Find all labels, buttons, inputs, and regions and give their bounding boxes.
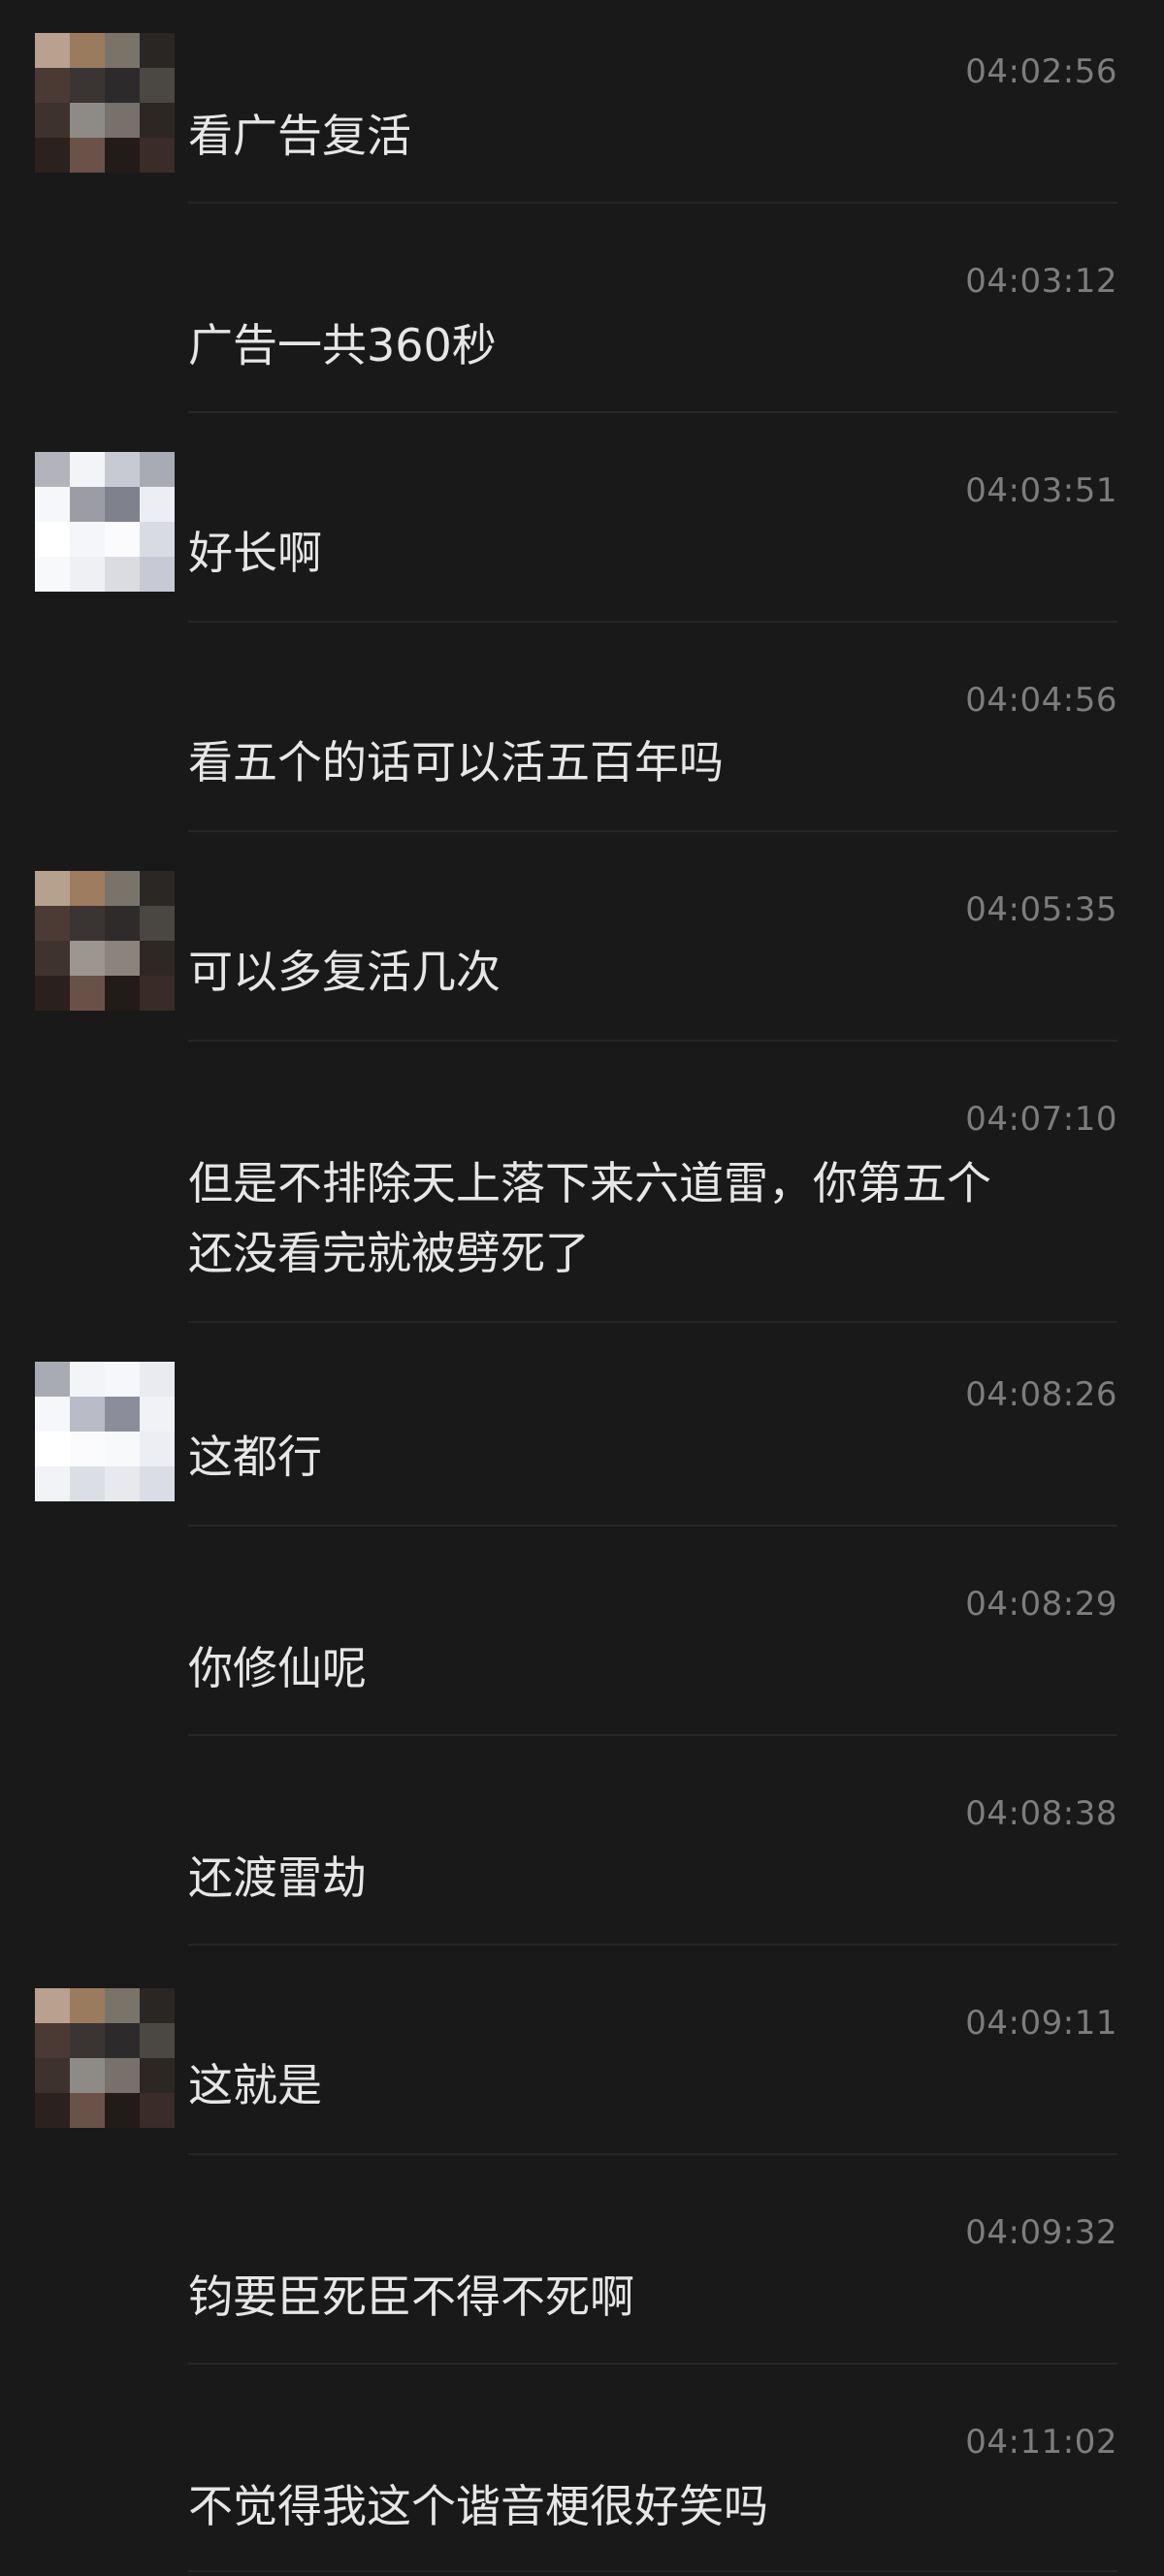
message-text: 看五个的话可以活五百年吗 <box>188 736 724 789</box>
message-divider <box>188 2363 1117 2365</box>
chat-message-list[interactable]: 04:02:56 看广告复活 04:03:12 广告一共360秒 04:03:5… <box>0 0 1164 2576</box>
avatar[interactable] <box>35 452 175 592</box>
message-divider <box>188 1040 1117 1042</box>
message-text: 可以多复活几次 <box>188 946 501 998</box>
message-divider <box>188 2153 1117 2155</box>
message-text: 但是不排除天上落下来六道雷，你第五个 还没看完就被劈死了 <box>188 1157 991 1279</box>
message-text: 广告一共360秒 <box>188 319 497 371</box>
message-timestamp: 04:02:56 <box>965 52 1117 91</box>
message-divider <box>188 202 1117 204</box>
message-text: 这都行 <box>188 1431 322 1483</box>
message-timestamp: 04:08:29 <box>965 1585 1117 1624</box>
message-text: 不觉得我这个谐音梗很好笑吗 <box>188 2480 768 2532</box>
message-divider <box>188 411 1117 413</box>
message-text: 你修仙呢 <box>188 1642 367 1694</box>
message-divider <box>188 2570 1117 2572</box>
message-timestamp: 04:08:26 <box>965 1375 1117 1414</box>
message-timestamp: 04:09:32 <box>965 2213 1117 2252</box>
message-text: 这就是 <box>188 2059 322 2111</box>
message-divider <box>188 621 1117 623</box>
message-timestamp: 04:04:56 <box>965 681 1117 720</box>
message-timestamp: 04:05:35 <box>965 890 1117 929</box>
message-text: 好长啊 <box>188 527 322 579</box>
message-divider <box>188 1321 1117 1323</box>
avatar[interactable] <box>35 871 175 1011</box>
avatar[interactable] <box>35 33 175 173</box>
message-text: 钧要臣死臣不得不死啊 <box>188 2270 634 2323</box>
message-timestamp: 04:03:51 <box>965 471 1117 510</box>
message-text: 看广告复活 <box>188 110 411 162</box>
avatar[interactable] <box>35 1988 175 2128</box>
message-divider <box>188 1944 1117 1946</box>
message-timestamp: 04:11:02 <box>965 2423 1117 2462</box>
message-timestamp: 04:08:38 <box>965 1794 1117 1833</box>
avatar[interactable] <box>35 1362 175 1501</box>
message-timestamp: 04:03:12 <box>965 262 1117 301</box>
message-text: 还渡雷劫 <box>188 1852 367 1904</box>
message-timestamp: 04:07:10 <box>965 1100 1117 1139</box>
message-divider <box>188 830 1117 832</box>
message-divider <box>188 1525 1117 1527</box>
message-divider <box>188 1734 1117 1736</box>
message-timestamp: 04:09:11 <box>965 2004 1117 2043</box>
